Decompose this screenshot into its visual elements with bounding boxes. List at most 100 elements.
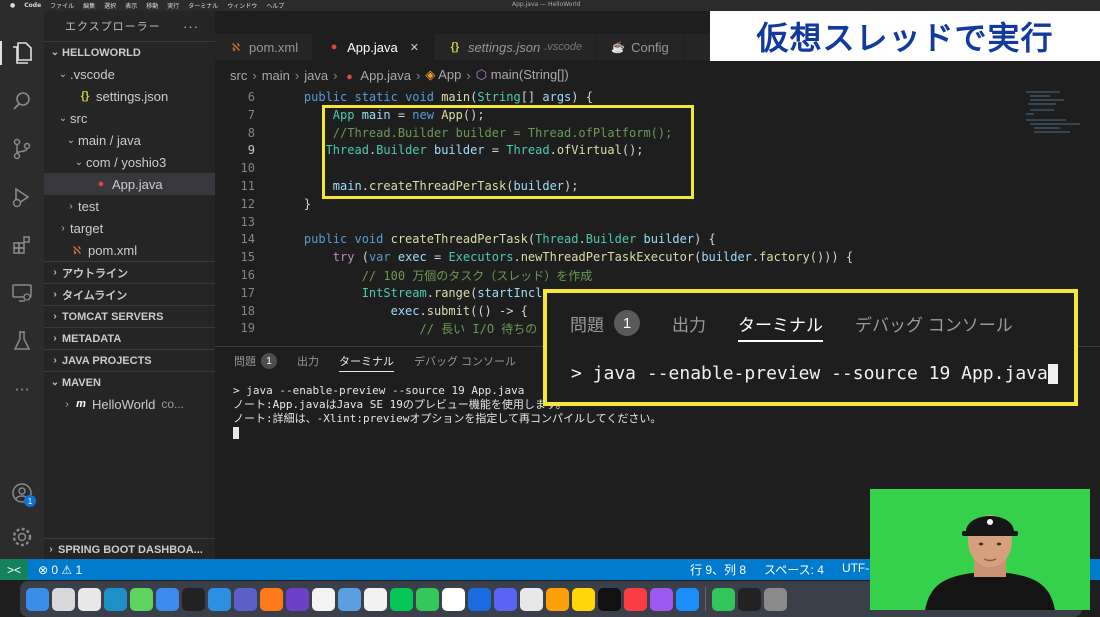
- tree-item-vscode[interactable]: ⌄ .vscode: [44, 63, 215, 85]
- preview-icon[interactable]: [338, 587, 361, 611]
- zoom-terminal-cursor: [1047, 364, 1058, 384]
- maven-item-suffix: co...: [161, 397, 185, 411]
- menubar-item[interactable]: ヘルプ: [266, 1, 284, 10]
- tree-item-target[interactable]: › target: [44, 217, 215, 239]
- run-debug-icon[interactable]: [8, 183, 36, 211]
- code-line[interactable]: 16 // 100 万個のタスク（スレッド）を作成: [215, 266, 1100, 284]
- sidebar-section-[interactable]: › アウトライン: [44, 261, 215, 283]
- code-line[interactable]: 15 try (var exec = Executors.newThreadPe…: [215, 248, 1100, 266]
- manage-gear-icon[interactable]: [8, 523, 36, 551]
- breadcrumb-item[interactable]: ◈ App: [425, 67, 461, 83]
- tree-item-pom-xml[interactable]: ℵ pom.xml: [44, 239, 215, 261]
- discord-icon[interactable]: [494, 587, 517, 611]
- breadcrumb-item[interactable]: src: [230, 68, 247, 83]
- textedit-icon[interactable]: [312, 587, 335, 611]
- keynote-icon[interactable]: [468, 587, 491, 611]
- podcasts-icon[interactable]: [650, 587, 673, 611]
- apple-icon[interactable]: ●: [10, 2, 15, 9]
- tab-app-java[interactable]: ● App.java ✕: [313, 34, 434, 60]
- calendar-icon[interactable]: [442, 587, 465, 611]
- edge-icon[interactable]: [104, 587, 127, 611]
- line-icon[interactable]: [390, 587, 413, 611]
- finder-icon[interactable]: [26, 587, 49, 611]
- tab-pom-xml[interactable]: ℵ pom.xml: [215, 34, 314, 60]
- search-icon[interactable]: [8, 87, 36, 115]
- tree-item-test[interactable]: › test: [44, 195, 215, 217]
- menubar-item[interactable]: 選択: [104, 1, 116, 10]
- zoom-panel-tab: 出力: [672, 309, 706, 337]
- explorer-more-icon[interactable]: ···: [183, 19, 199, 34]
- sidebar-section-java-projects[interactable]: › JAVA PROJECTS: [44, 349, 215, 371]
- close-icon[interactable]: ✕: [410, 41, 419, 54]
- extensions-icon[interactable]: [8, 231, 36, 259]
- mail-icon[interactable]: [156, 587, 179, 611]
- teams-icon[interactable]: [234, 587, 257, 611]
- code-line[interactable]: 14 public void createThreadPerTask(Threa…: [215, 230, 1100, 248]
- messages-icon[interactable]: [130, 587, 153, 611]
- files-icon[interactable]: [0, 39, 36, 67]
- panel-tab[interactable]: 出力: [297, 347, 319, 375]
- problems-status[interactable]: ⊗ 0 ⚠ 1: [38, 563, 82, 577]
- zoom-panel-tab: ターミナル: [738, 309, 823, 342]
- indentation-status[interactable]: スペース: 4: [764, 561, 824, 578]
- menubar-item[interactable]: ターミナル: [188, 1, 218, 10]
- chevron-right-icon: ›: [49, 544, 53, 555]
- menubar-item[interactable]: ファイル: [50, 1, 74, 10]
- sidebar-section-metadata[interactable]: › METADATA: [44, 327, 215, 349]
- menubar-app-name[interactable]: Code: [24, 2, 41, 9]
- json-file-icon: {}: [80, 90, 90, 102]
- remote-indicator[interactable]: ><: [0, 559, 28, 580]
- encoding-status[interactable]: UTF-: [842, 561, 869, 578]
- tree-item-src[interactable]: ⌄ src: [44, 107, 215, 129]
- menubar-item[interactable]: 編集: [83, 1, 95, 10]
- launchpad-icon[interactable]: [52, 587, 75, 611]
- tree-item-app-java[interactable]: ● App.java: [44, 173, 215, 195]
- breadcrumb-item[interactable]: java: [304, 68, 328, 83]
- tree-item-com-yoshio3[interactable]: ⌄ com / yoshio3: [44, 151, 215, 173]
- panel-tab[interactable]: デバッグ コンソール: [414, 347, 516, 375]
- breadcrumb-item[interactable]: main: [262, 68, 290, 83]
- sidebar-section-tomcat-servers[interactable]: › TOMCAT SERVERS: [44, 305, 215, 327]
- panel-tab[interactable]: ターミナル: [339, 347, 394, 375]
- breadcrumb-item[interactable]: ● App.java: [342, 68, 411, 83]
- notes-icon[interactable]: [572, 587, 595, 611]
- photos-icon[interactable]: [364, 587, 387, 611]
- code-line[interactable]: 13: [215, 213, 1100, 231]
- books-icon[interactable]: [546, 587, 569, 611]
- code-line[interactable]: 6 public static void main(String[] args)…: [215, 88, 1100, 106]
- spring-boot-dashboard-section[interactable]: › SPRING BOOT DASHBOA...: [44, 538, 215, 560]
- cursor-position[interactable]: 行 9、列 8: [690, 561, 746, 578]
- firefox-icon[interactable]: [260, 587, 283, 611]
- menubar-item[interactable]: ウィンドウ: [227, 1, 257, 10]
- stocks-icon[interactable]: [738, 587, 761, 611]
- facetime-icon[interactable]: [416, 587, 439, 611]
- maven-item-helloworld[interactable]: › m HelloWorld co...: [44, 393, 215, 415]
- tab-config[interactable]: ☕ Config: [597, 34, 684, 60]
- menubar-item[interactable]: 表示: [125, 1, 137, 10]
- remote-explorer-icon[interactable]: [8, 279, 36, 307]
- settings-icon[interactable]: [764, 587, 787, 611]
- appstore-icon[interactable]: [676, 587, 699, 611]
- menubar-item[interactable]: 移動: [146, 1, 158, 10]
- tv-icon[interactable]: [598, 587, 621, 611]
- account-icon[interactable]: 1: [8, 479, 36, 507]
- vscode-icon[interactable]: [208, 587, 231, 611]
- sidebar-section-[interactable]: › タイムライン: [44, 283, 215, 305]
- chrome-icon[interactable]: [78, 587, 101, 611]
- source-control-icon[interactable]: [8, 135, 36, 163]
- tree-item-helloworld[interactable]: ⌄ HELLOWORLD: [44, 41, 215, 63]
- panel-tab[interactable]: 問題 1: [234, 347, 277, 375]
- tab-settings-json[interactable]: {} settings.json .vscode: [434, 34, 598, 60]
- tree-item-main-java[interactable]: ⌄ main / java: [44, 129, 215, 151]
- github-icon[interactable]: [286, 587, 309, 611]
- menubar-item[interactable]: 実行: [167, 1, 179, 10]
- sidebar-section-maven[interactable]: ⌄ MAVEN: [44, 371, 215, 393]
- testing-icon[interactable]: [8, 327, 36, 355]
- tree-item-settings-json[interactable]: {} settings.json: [44, 85, 215, 107]
- terminal-icon[interactable]: [182, 587, 205, 611]
- music-icon[interactable]: [624, 587, 647, 611]
- breadcrumb-item[interactable]: ⬡ main(String[]): [476, 67, 569, 83]
- slack-icon[interactable]: [520, 587, 543, 611]
- numbers-icon[interactable]: [712, 587, 735, 611]
- more-icon[interactable]: ···: [8, 375, 36, 403]
